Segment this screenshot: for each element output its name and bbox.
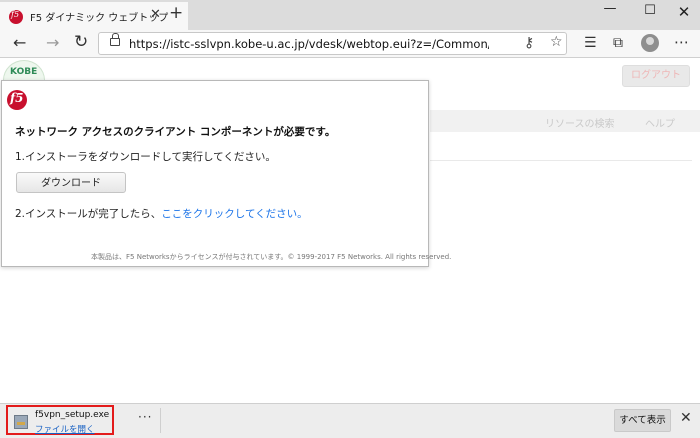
tab-close-icon[interactable]: ✕: [150, 7, 161, 22]
lock-icon[interactable]: [110, 33, 120, 46]
copyright-text: 本製品は、F5 Networksからライセンスが付与されています。© 1999-…: [91, 253, 452, 261]
title-bar: F5 ダイナミック ウェブトップ ✕ + — ☐ ✕: [0, 0, 700, 30]
step2-text: 2.インストールが完了したら、ここをクリックしてください。: [15, 206, 308, 221]
window-close-button[interactable]: ✕: [666, 3, 700, 21]
address-bar[interactable]: https://istc-sslvpn.kobe-u.ac.jp/vdesk/w…: [98, 32, 567, 55]
step1-text: 1.インストーラをダウンロードして実行してください。: [15, 151, 276, 163]
tab-title: F5 ダイナミック ウェブトップ: [30, 13, 169, 24]
client-component-dialog: f5 ネットワーク アクセスのクライアント コンポーネントが必要です。 1.イン…: [1, 80, 451, 267]
logout-button[interactable]: ログアウト: [622, 65, 690, 87]
f5-logo-icon: f5: [7, 90, 27, 110]
divider: [430, 160, 692, 161]
reload-button[interactable]: ↻: [74, 32, 88, 52]
dialog-heading: ネットワーク アクセスのクライアント コンポーネントが必要です。: [15, 126, 336, 138]
url-text[interactable]: https://istc-sslvpn.kobe-u.ac.jp/vdesk/w…: [129, 37, 489, 51]
download-bar-close-icon[interactable]: ✕: [680, 410, 692, 426]
step2-prefix: 2.インストールが完了したら、: [15, 208, 162, 220]
browser-toolbar: ← → ↻ https://istc-sslvpn.kobe-u.ac.jp/v…: [0, 30, 700, 58]
profile-avatar[interactable]: [641, 34, 659, 52]
open-file-link[interactable]: ファイルを開く: [35, 423, 95, 435]
forward-button[interactable]: →: [46, 33, 59, 52]
key-icon[interactable]: ⚷: [524, 35, 534, 51]
maximize-button[interactable]: ☐: [632, 3, 668, 18]
installer-file-icon: [14, 415, 28, 429]
f5-favicon-icon: [9, 10, 23, 24]
settings-more-button[interactable]: ⋯: [674, 33, 689, 51]
download-file-name[interactable]: f5vpn_setup.exe: [35, 410, 109, 420]
help-link[interactable]: ヘルプ: [645, 115, 675, 130]
search-resources-link[interactable]: リソースの検索: [545, 115, 615, 130]
download-more-button[interactable]: ···: [138, 410, 152, 424]
download-button[interactable]: ダウンロード: [16, 172, 126, 193]
new-tab-button[interactable]: +: [169, 3, 183, 23]
favorite-star-icon[interactable]: ☆: [550, 34, 563, 50]
download-separator: [160, 408, 161, 433]
collections-icon[interactable]: ⧉: [613, 35, 623, 51]
download-bar: f5vpn_setup.exe ファイルを開く ··· すべて表示 ✕: [0, 403, 700, 438]
browser-tab[interactable]: F5 ダイナミック ウェブトップ ✕: [0, 2, 188, 30]
minimize-button[interactable]: —: [592, 1, 628, 16]
download-item[interactable]: f5vpn_setup.exe ファイルを開く: [6, 405, 114, 435]
show-all-button[interactable]: すべて表示: [614, 409, 671, 432]
favorites-icon[interactable]: ☰: [584, 35, 597, 51]
back-button[interactable]: ←: [13, 33, 26, 52]
click-here-link[interactable]: ここをクリックしてください。: [161, 208, 307, 220]
